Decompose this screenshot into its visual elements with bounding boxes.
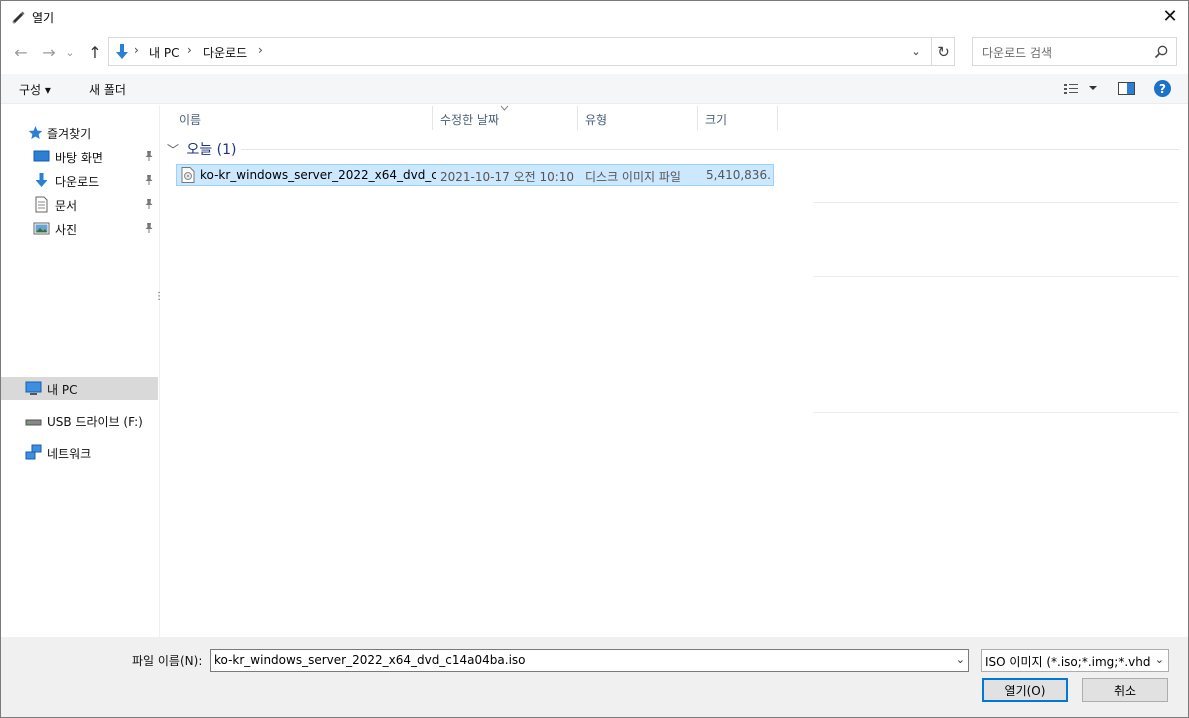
breadcrumb-separator: › — [134, 43, 139, 57]
sidebar-item-label: 사진 — [55, 223, 78, 237]
sidebar-item-desktop[interactable]: 바탕 화면 — [1, 145, 158, 168]
file-type-select[interactable]: ISO 이미지 (*.iso;*.img;*.vhd;*. ⌄ — [981, 649, 1169, 672]
file-name: ko-kr_windows_server_2022_x64_dvd_c1... — [200, 168, 436, 182]
search-placeholder: 다운로드 검색 — [982, 46, 1053, 60]
address-bar[interactable]: › 내 PC › 다운로드 › ⌄ ↻ — [108, 37, 955, 66]
usb-drive-icon — [25, 419, 42, 426]
sidebar-item-downloads[interactable]: 다운로드 — [1, 169, 158, 192]
filename-input[interactable]: ko-kr_windows_server_2022_x64_dvd_c14a04… — [210, 649, 969, 672]
file-size: 5,410,836... — [706, 168, 772, 182]
refresh-icon: ↻ — [937, 42, 950, 61]
open-file-dialog: 열기 ✕ ← → ⌄ ↑ › 내 PC › 다운로드 › ⌄ ↻ 다운로드 검색… — [0, 0, 1189, 718]
chevron-down-icon: ⌄ — [1154, 653, 1164, 666]
document-icon — [35, 196, 48, 213]
divider — [813, 202, 1179, 203]
column-header-size[interactable]: 크기 — [699, 106, 778, 130]
chevron-down-icon[interactable]: ⌄ — [956, 653, 965, 666]
pictures-icon — [33, 222, 50, 235]
close-button[interactable]: ✕ — [1156, 4, 1184, 28]
filename-value: ko-kr_windows_server_2022_x64_dvd_c14a04… — [214, 653, 526, 667]
breadcrumb-separator: › — [187, 43, 192, 57]
search-icon — [1154, 45, 1168, 59]
sort-indicator-icon — [500, 105, 509, 111]
title-bar: 열기 ✕ — [1, 1, 1188, 32]
breadcrumb-separator: › — [258, 43, 263, 57]
chevron-down-icon: ⌄ — [65, 45, 75, 59]
navigation-pane: 즐겨찾기 바탕 화면 다운로드 문서 사진 ⋮ 내 PC USB 드라이브 (F… — [1, 105, 164, 637]
preview-pane-icon[interactable] — [1118, 81, 1135, 96]
open-button[interactable]: 열기(O) — [982, 678, 1068, 702]
sidebar-item-label: 내 PC — [47, 383, 78, 397]
chevron-down-icon: ⌄ — [911, 45, 921, 58]
sidebar-item-network[interactable]: 네트워크 — [1, 441, 158, 464]
breadcrumb-this-pc[interactable]: 내 PC — [149, 44, 179, 61]
recent-locations-button[interactable]: ⌄ — [63, 42, 77, 62]
sidebar-item-label: 네트워크 — [47, 447, 92, 461]
group-header-today[interactable]: ﹀ 오늘 (1) — [167, 139, 237, 159]
forward-button[interactable]: → — [39, 42, 59, 62]
sidebar-item-label: 바탕 화면 — [55, 151, 103, 165]
organize-menu-button[interactable]: 구성 ▾ — [19, 81, 51, 98]
pen-icon — [12, 11, 25, 24]
search-box[interactable]: 다운로드 검색 — [972, 37, 1177, 66]
back-button[interactable]: ← — [11, 42, 31, 62]
filename-label: 파일 이름(N): — [132, 654, 203, 668]
column-header-date-modified[interactable]: 수정한 날짜 — [434, 105, 578, 130]
chevron-down-icon[interactable] — [1088, 84, 1098, 92]
download-icon — [35, 173, 48, 187]
close-icon: ✕ — [1162, 5, 1178, 27]
up-arrow-icon: ↑ — [88, 42, 102, 62]
sidebar-item-label: 문서 — [55, 199, 78, 213]
column-header-type[interactable]: 유형 — [579, 106, 698, 130]
pin-icon — [145, 175, 153, 185]
breadcrumb-downloads[interactable]: 다운로드 — [203, 44, 247, 61]
pc-icon — [25, 381, 42, 395]
window-title: 열기 — [32, 11, 55, 25]
star-icon — [28, 126, 43, 139]
file-type-value: ISO 이미지 (*.iso;*.img;*.vhd;*. — [985, 655, 1150, 669]
divider — [813, 276, 1179, 277]
address-dropdown-button[interactable]: ⌄ — [902, 38, 930, 65]
column-header-name[interactable]: 이름 — [173, 106, 433, 130]
sidebar-item-label: 즐겨찾기 — [47, 127, 92, 141]
file-modified: 2021-10-17 오전 10:10 — [440, 170, 575, 184]
pin-icon — [145, 223, 153, 233]
chevron-down-icon: ﹀ — [167, 143, 180, 157]
view-options-icon[interactable] — [1063, 81, 1081, 97]
sidebar-item-pictures[interactable]: 사진 — [1, 217, 158, 240]
command-bar: 구성 ▾ 새 폴더 ? — [1, 74, 1188, 104]
up-button[interactable]: ↑ — [85, 42, 105, 62]
divider — [813, 412, 1179, 413]
disc-image-file-icon — [181, 167, 195, 183]
sidebar-item-usb-drive[interactable]: USB 드라이브 (F:) — [1, 409, 158, 432]
sidebar-item-label: 다운로드 — [55, 175, 100, 189]
pin-icon — [145, 199, 153, 209]
pin-icon — [145, 151, 153, 161]
network-icon — [25, 444, 42, 460]
help-icon: ? — [1159, 81, 1166, 96]
file-type: 디스크 이미지 파일 — [585, 170, 681, 184]
sidebar-item-label: USB 드라이브 (F:) — [47, 415, 143, 429]
help-button[interactable]: ? — [1154, 80, 1171, 97]
refresh-button[interactable]: ↻ — [931, 38, 955, 65]
new-folder-button[interactable]: 새 폴더 — [89, 81, 126, 98]
desktop-icon — [33, 150, 50, 162]
sidebar-item-this-pc[interactable]: 내 PC — [1, 377, 158, 400]
group-divider — [241, 149, 1179, 150]
cancel-button[interactable]: 취소 — [1082, 678, 1168, 702]
sidebar-item-quick-access[interactable]: 즐겨찾기 — [1, 121, 158, 144]
file-row[interactable]: ko-kr_windows_server_2022_x64_dvd_c1... … — [176, 164, 774, 186]
download-icon — [116, 44, 128, 59]
sidebar-item-documents[interactable]: 문서 — [1, 193, 158, 216]
more-items-icon[interactable]: ⋮ — [154, 292, 164, 307]
forward-arrow-icon: → — [42, 42, 56, 62]
back-arrow-icon: ← — [14, 42, 28, 62]
